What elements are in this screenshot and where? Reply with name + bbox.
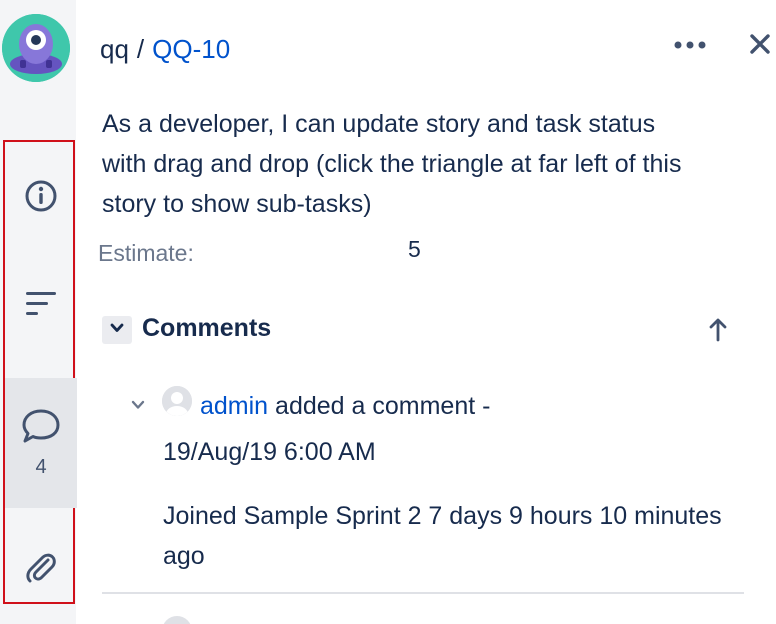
more-actions-button[interactable] xyxy=(672,30,708,62)
breadcrumb-project[interactable]: qq xyxy=(100,34,129,64)
speech-bubble-icon xyxy=(20,407,62,450)
close-button[interactable] xyxy=(744,30,776,62)
issue-summary[interactable]: As a developer, I can update story and t… xyxy=(102,104,702,224)
issue-key-link[interactable]: QQ-10 xyxy=(152,34,230,64)
comment-collapse-toggle[interactable] xyxy=(126,396,150,418)
chevron-down-icon xyxy=(109,321,125,339)
comment-body: Joined Sample Sprint 2 7 days 9 hours 10… xyxy=(163,502,722,570)
more-dots-icon xyxy=(673,37,707,55)
details-button[interactable] xyxy=(5,170,77,226)
comments-rail-button[interactable]: 4 xyxy=(5,378,77,508)
description-button[interactable] xyxy=(5,278,77,334)
comment-action-text: added a comment - xyxy=(275,392,491,420)
breadcrumb: qq / QQ-10 xyxy=(100,34,230,65)
comment-count-badge: 4 xyxy=(35,456,47,478)
breadcrumb-separator: / xyxy=(136,34,145,64)
comment-divider xyxy=(102,592,744,594)
chevron-down-icon xyxy=(130,398,146,416)
comment-header: admin added a comment - xyxy=(200,392,490,421)
comments-collapse-toggle[interactable] xyxy=(102,316,132,344)
comments-heading: Comments xyxy=(142,314,272,342)
comment-author-avatar xyxy=(162,386,192,416)
text-lines-icon xyxy=(24,289,58,324)
estimate-label: Estimate: xyxy=(98,240,194,266)
highlighted-rail-region: 4 xyxy=(3,140,77,604)
project-avatar-icon[interactable] xyxy=(2,14,70,82)
attachments-button[interactable] xyxy=(5,542,77,598)
close-icon xyxy=(749,33,771,60)
sort-comments-button[interactable] xyxy=(702,314,734,348)
paperclip-icon xyxy=(24,551,58,590)
comment-author-link[interactable]: admin xyxy=(200,392,268,420)
info-icon xyxy=(24,179,58,218)
side-rail: 4 xyxy=(0,0,77,624)
estimate-value[interactable]: 5 xyxy=(408,236,421,263)
comment-author-avatar xyxy=(162,616,192,624)
arrow-up-icon xyxy=(708,316,728,347)
comment-timestamp[interactable]: 19/Aug/19 6:00 AM xyxy=(163,438,376,467)
